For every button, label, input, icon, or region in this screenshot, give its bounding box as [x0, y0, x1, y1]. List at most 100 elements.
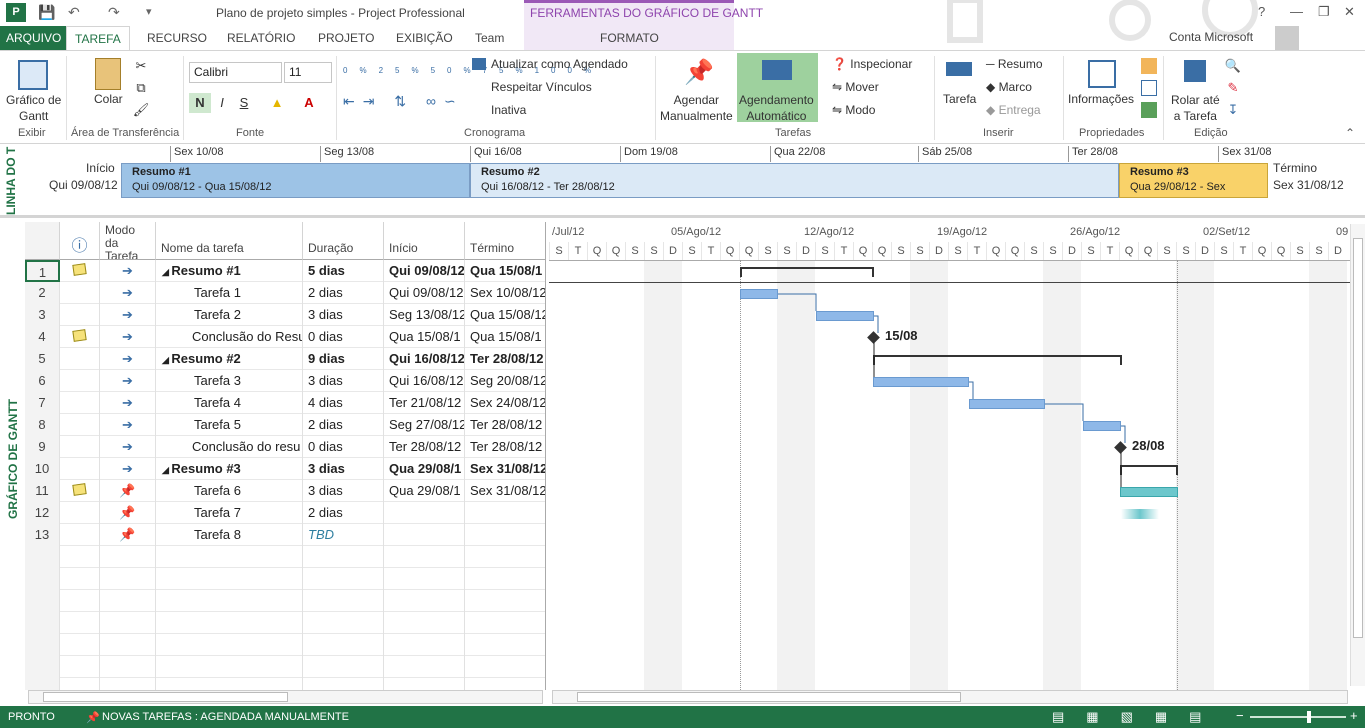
manual-schedule-button[interactable]: Agendar Manualmente	[660, 92, 733, 124]
finish-cell[interactable]: Sex 24/08/12	[465, 392, 545, 414]
zoom-in-icon[interactable]: +	[1350, 708, 1358, 723]
start-cell[interactable]: Ter 28/08/12	[384, 436, 465, 458]
row-number[interactable]: 8	[25, 414, 60, 436]
duration-cell[interactable]: 2 dias	[303, 414, 384, 436]
tab-recurso[interactable]: RECURSO	[140, 29, 214, 47]
empty-row[interactable]	[25, 546, 545, 568]
highlight-color-icon[interactable]: ▲	[266, 93, 288, 113]
restore-button[interactable]: ❐	[1318, 4, 1330, 20]
zoom-slider[interactable]	[1250, 716, 1346, 718]
task-name-cell[interactable]: ◢ Resumo #3	[156, 458, 303, 480]
timeline-bar-2[interactable]: Resumo #2 Qui 16/08/12 - Ter 28/08/12	[470, 163, 1119, 198]
update-schedule-icon[interactable]	[472, 58, 486, 70]
redo-icon[interactable]: ↷	[108, 3, 120, 21]
start-cell[interactable]: Ter 21/08/12	[384, 392, 465, 414]
table-row[interactable]: 5 ➔ ◢ Resumo #2 9 dias Qui 16/08/12 Ter 28/08…	[25, 348, 545, 370]
row-number[interactable]: 5	[25, 348, 60, 370]
vertical-scroll-thumb[interactable]	[1353, 238, 1363, 638]
underline-button[interactable]: S	[233, 93, 255, 113]
start-cell[interactable]: Seg 13/08/12	[384, 304, 465, 326]
start-cell[interactable]: Qua 29/08/1	[384, 458, 465, 480]
start-cell[interactable]	[384, 524, 465, 546]
duration-cell[interactable]: 2 dias	[303, 502, 384, 524]
duration-cell[interactable]: 3 dias	[303, 458, 384, 480]
move-button[interactable]: ⇋ Mover	[832, 80, 879, 94]
duration-cell[interactable]: 4 dias	[303, 392, 384, 414]
help-button[interactable]: ?	[1258, 4, 1265, 19]
start-cell[interactable]: Qui 16/08/12	[384, 370, 465, 392]
font-color-icon[interactable]: A	[298, 93, 320, 113]
chart-scroll-thumb[interactable]	[577, 692, 961, 702]
undo-icon[interactable]: ↶	[68, 3, 80, 21]
row-number[interactable]: 9	[25, 436, 60, 458]
finish-cell[interactable]: Ter 28/08/12	[465, 348, 545, 370]
column-start[interactable]: Início	[384, 222, 465, 260]
start-cell[interactable]: Seg 27/08/12	[384, 414, 465, 436]
table-row[interactable]: 9 ➔ Conclusão do resu 0 dias Ter 28/08/12 Ter…	[25, 436, 545, 458]
details-icon[interactable]	[1141, 80, 1157, 96]
duration-cell[interactable]: TBD	[303, 524, 384, 546]
vertical-scrollbar[interactable]	[1350, 224, 1365, 686]
pin-icon[interactable]: 📌	[684, 58, 714, 86]
task-name-cell[interactable]: Conclusão do resu	[156, 436, 303, 458]
grid-horizontal-scrollbar[interactable]	[28, 690, 543, 704]
timeline-bar-1[interactable]: Resumo #1 Qui 09/08/12 - Qua 15/08/12	[121, 163, 470, 198]
duration-cell[interactable]: 5 dias	[303, 260, 384, 282]
pct-0[interactable]: 0%	[343, 66, 379, 75]
table-row[interactable]: 12 📌 Tarefa 7 2 dias	[25, 502, 545, 524]
tab-projeto[interactable]: PROJETO	[311, 29, 381, 47]
collapse-icon[interactable]: ◢	[162, 355, 171, 365]
finish-cell[interactable]	[465, 524, 545, 546]
table-row[interactable]: 13 📌 Tarefa 8 TBD	[25, 524, 545, 546]
empty-row[interactable]	[25, 678, 545, 690]
inspect-button[interactable]: ❓ Inspecionar	[832, 57, 912, 71]
bold-button[interactable]: N	[189, 93, 211, 113]
gantt-chart-button[interactable]: Gráfico de Gantt	[6, 92, 61, 124]
table-row[interactable]: 10 ➔ ◢ Resumo #3 3 dias Qua 29/08/1 Sex 31/08…	[25, 458, 545, 480]
scroll-to-task-icon[interactable]	[1184, 60, 1206, 82]
finish-cell[interactable]: Sex 10/08/12	[465, 282, 545, 304]
format-painter-icon[interactable]: 🖌	[130, 100, 152, 120]
task-name-cell[interactable]: Tarefa 1	[156, 282, 303, 304]
task-name-cell[interactable]: Tarefa 7	[156, 502, 303, 524]
mode-button[interactable]: ⇋ Modo	[832, 103, 875, 117]
scroll-to-task-button[interactable]: Rolar até a Tarefa	[1171, 92, 1220, 124]
clear-icon[interactable]: ✎	[1222, 78, 1244, 98]
task-name-cell[interactable]: Tarefa 3	[156, 370, 303, 392]
gantt-chart[interactable]: /Jul/12 05/Ago/12 12/Ago/12 19/Ago/12 26/Ago…	[549, 222, 1350, 690]
duration-cell[interactable]: 9 dias	[303, 348, 384, 370]
empty-row[interactable]	[25, 656, 545, 678]
zoom-slider-thumb[interactable]	[1307, 711, 1311, 723]
finish-cell[interactable]: Qua 15/08/1	[465, 260, 545, 282]
table-row[interactable]: 3 ➔ Tarefa 2 3 dias Seg 13/08/12 Qua 15/08/12	[25, 304, 545, 326]
tab-relatorio[interactable]: RELATÓRIO	[220, 29, 302, 47]
gantt-chart-icon[interactable]	[18, 60, 48, 90]
row-number[interactable]: 1	[25, 260, 60, 282]
auto-schedule-icon[interactable]	[762, 60, 792, 80]
table-row[interactable]: 7 ➔ Tarefa 4 4 dias Ter 21/08/12 Sex 24/08/12	[25, 392, 545, 414]
duration-cell[interactable]: 3 dias	[303, 370, 384, 392]
empty-row[interactable]	[25, 612, 545, 634]
collapse-icon[interactable]: ◢	[162, 465, 171, 475]
pct-25[interactable]: 25%	[379, 66, 431, 75]
copy-icon[interactable]: ⧉	[130, 78, 152, 98]
duration-cell[interactable]: 0 dias	[303, 436, 384, 458]
tab-arquivo[interactable]: ARQUIVO	[0, 26, 68, 50]
task-name-cell[interactable]: ◢ Resumo #2	[156, 348, 303, 370]
new-tasks-mode[interactable]: NOVAS TAREFAS : AGENDADA MANUALMENTE	[102, 711, 349, 723]
finish-cell[interactable]: Sex 31/08/12	[465, 480, 545, 502]
chart-horizontal-scrollbar[interactable]	[552, 690, 1348, 704]
table-row[interactable]: 2 ➔ Tarefa 1 2 dias Qui 09/08/12 Sex 10/08/12	[25, 282, 545, 304]
insert-task-icon[interactable]	[946, 62, 972, 76]
finish-cell[interactable]: Ter 28/08/12	[465, 436, 545, 458]
start-cell[interactable]: Qui 09/08/12	[384, 260, 465, 282]
empty-row[interactable]	[25, 590, 545, 612]
start-cell[interactable]: Qua 15/08/1	[384, 326, 465, 348]
finish-cell[interactable]: Sex 31/08/12	[465, 458, 545, 480]
deliverable-button[interactable]: ◆ Entrega	[986, 103, 1041, 117]
row-number[interactable]: 13	[25, 524, 60, 546]
finish-cell[interactable]: Seg 20/08/12	[465, 370, 545, 392]
start-cell[interactable]	[384, 502, 465, 524]
column-finish[interactable]: Término	[465, 222, 545, 260]
row-number[interactable]: 4	[25, 326, 60, 348]
